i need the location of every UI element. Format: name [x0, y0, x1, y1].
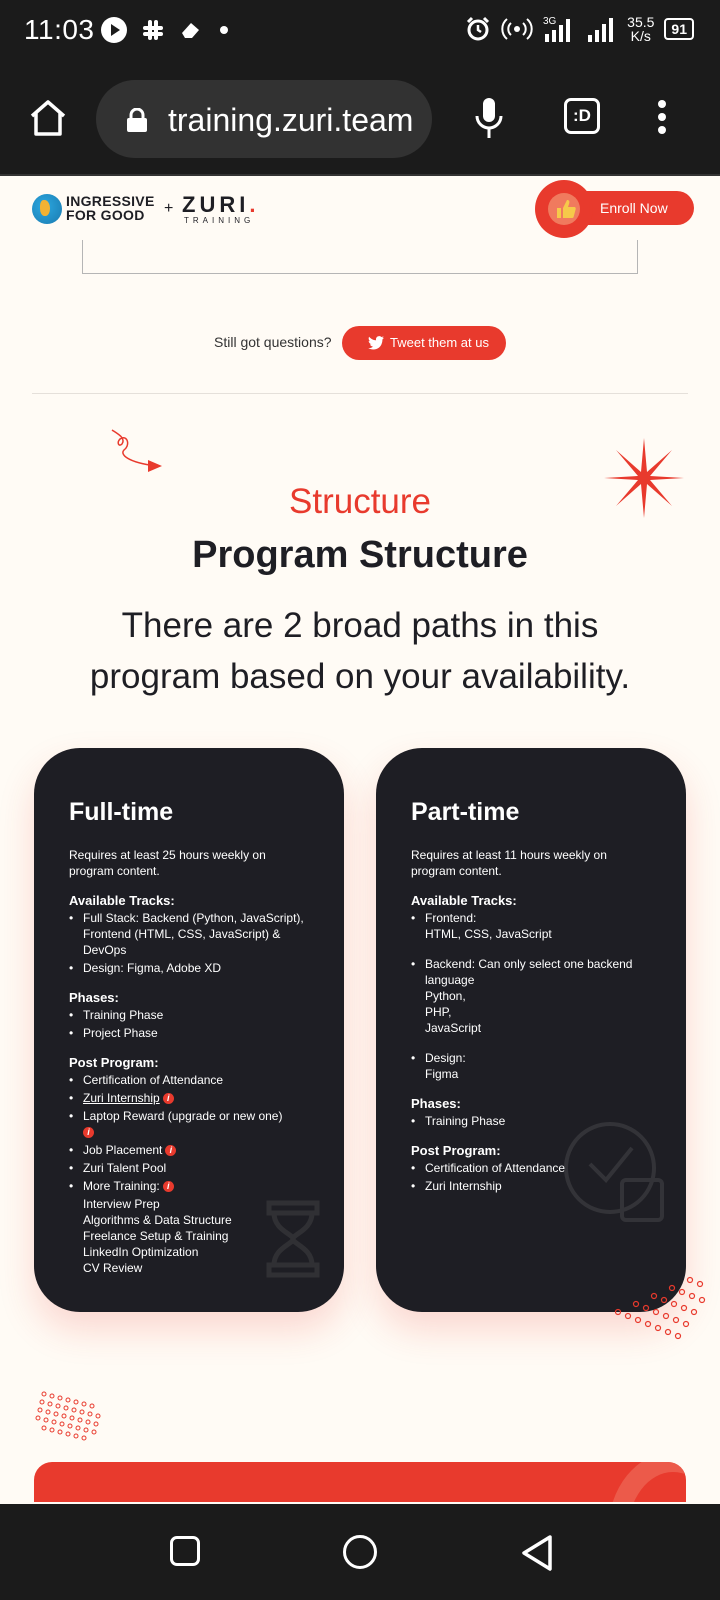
list-item: Job Placementi [69, 1142, 309, 1158]
list-item: More Training:i [69, 1178, 309, 1194]
list-item: Design: Figma, Adobe XD [69, 960, 309, 976]
thumbs-up-icon [557, 200, 576, 218]
logo-plus: + [164, 200, 174, 217]
back-icon[interactable] [520, 1534, 554, 1572]
clock-check-icon [564, 1122, 664, 1222]
section-divider [32, 393, 688, 394]
dot-pattern-decoration [35, 1391, 101, 1441]
address-bar[interactable]: training.zuri.team [96, 80, 432, 158]
info-icon[interactable]: i [165, 1145, 177, 1156]
list-item: Backend: Can only select one backend lan… [411, 956, 651, 1036]
hourglass-icon [266, 1200, 320, 1278]
section-title: Program Structure [192, 534, 528, 576]
info-icon[interactable]: i [162, 1093, 174, 1104]
play-icon [101, 17, 127, 43]
browser-toolbar: training.zuri.team :D [0, 64, 720, 176]
status-bar: 11:03 3G 35.5 K/s 91 [0, 0, 720, 64]
questions-text: Still got questions? [214, 334, 332, 350]
zuri-logo-subtext: TRAINING [184, 216, 255, 225]
fulltime-tracks-heading: Available Tracks: [69, 893, 175, 908]
recent-apps-icon[interactable] [170, 1536, 200, 1566]
fulltime-post-list: Certification of Attendance Zuri Interns… [69, 1072, 309, 1194]
parttime-tracks-list: Frontend: HTML, CSS, JavaScript Backend:… [411, 910, 651, 1082]
info-icon[interactable]: i [83, 1127, 94, 1138]
zuri-logo: ZURI. [182, 192, 260, 217]
alarm-icon [467, 16, 490, 41]
home-icon[interactable] [28, 98, 68, 138]
svg-text:3G: 3G [543, 16, 557, 27]
url-text: training.zuri.team [168, 102, 414, 138]
dot-icon [220, 26, 228, 34]
list-item: Design: Figma [411, 1050, 651, 1082]
system-navigation-bar [0, 1504, 720, 1600]
hotspot-icon [501, 18, 533, 40]
info-icon[interactable]: i [162, 1181, 174, 1192]
ingressive-logo-text: INGRESSIVE FOR GOOD [66, 193, 155, 223]
cta-banner [34, 1462, 686, 1502]
section-eyebrow: Structure [289, 482, 431, 521]
parttime-tracks-heading: Available Tracks: [411, 893, 517, 908]
tweet-button-label: Tweet them at us [390, 335, 489, 350]
list-item: Zuri Talent Pool [69, 1160, 309, 1176]
list-item: Frontend: HTML, CSS, JavaScript [411, 910, 651, 942]
microphone-icon[interactable] [474, 96, 504, 140]
ingressive-logo-icon [32, 194, 62, 224]
list-item: Zuri Internshipi [69, 1090, 309, 1106]
browser-menu-icon[interactable] [656, 100, 668, 140]
questions-row: Still got questions? Tweet them at us [0, 326, 720, 362]
parttime-title: Part-time [411, 798, 520, 826]
fulltime-phases-list: Training Phase Project Phase [69, 1007, 309, 1041]
status-right-icons: 3G 35.5 K/s 91 [465, 14, 694, 44]
lock-icon [127, 108, 147, 132]
fulltime-title: Full-time [69, 798, 174, 826]
site-header: INGRESSIVE FOR GOOD + ZURI. TRAINING Enro… [0, 178, 720, 240]
list-item: Laptop Reward (upgrade or new one)i [69, 1108, 309, 1140]
tab-switcher-button[interactable]: :D [564, 98, 600, 134]
signal-3g-icon: 3G [543, 16, 571, 42]
home-nav-icon[interactable] [343, 1535, 377, 1569]
fulltime-requirement: Requires at least 25 hours weekly on pro… [69, 848, 266, 878]
signal-icon [588, 18, 614, 42]
fulltime-phases-heading: Phases: [69, 990, 119, 1005]
eraser-icon [182, 23, 199, 38]
list-item: Full Stack: Backend (Python, JavaScript)… [69, 910, 309, 958]
status-time: 11:03 [24, 14, 95, 45]
parttime-phases-heading: Phases: [411, 1096, 461, 1111]
parttime-card: Part-time Requires at least 11 hours wee… [376, 748, 686, 1312]
zuri-internship-link[interactable]: Zuri Internship [83, 1091, 160, 1105]
squiggle-arrow-icon [111, 429, 162, 472]
network-speed: 35.5 K/s [627, 14, 655, 44]
dot-pattern-decoration [614, 1276, 706, 1340]
slack-icon [143, 20, 163, 40]
parttime-requirement: Requires at least 11 hours weekly on pro… [411, 848, 607, 878]
battery-indicator: 91 [664, 18, 694, 40]
tweet-button[interactable]: Tweet them at us [342, 326, 506, 360]
twitter-icon [368, 336, 384, 350]
fulltime-tracks-list: Full Stack: Backend (Python, JavaScript)… [69, 910, 309, 976]
fulltime-post-heading: Post Program: [69, 1055, 159, 1070]
fulltime-card: Full-time Requires at least 25 hours wee… [34, 748, 344, 1312]
list-item: Project Phase [69, 1025, 309, 1041]
section-subtitle: There are 2 broad paths in this program … [89, 606, 631, 696]
status-left-icons [100, 16, 234, 44]
list-item: Certification of Attendance [69, 1072, 309, 1088]
list-item: Training Phase [69, 1007, 309, 1023]
